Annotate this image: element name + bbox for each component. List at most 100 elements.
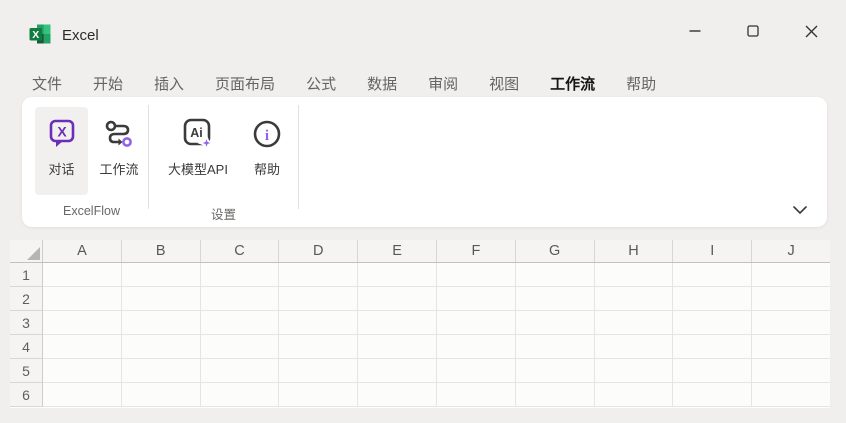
cell[interactable] [358, 335, 437, 359]
cell[interactable] [673, 383, 752, 407]
row-header-5[interactable]: 5 [10, 359, 43, 383]
cell[interactable] [358, 311, 437, 335]
cell[interactable] [516, 287, 595, 311]
row-header-1[interactable]: 1 [10, 263, 43, 287]
cell[interactable] [673, 263, 752, 287]
cell[interactable] [279, 311, 358, 335]
cell[interactable] [752, 335, 830, 359]
cell[interactable] [358, 287, 437, 311]
cell[interactable] [673, 335, 752, 359]
workflow-icon [103, 111, 135, 157]
cell[interactable] [437, 383, 516, 407]
column-header-g[interactable]: G [516, 240, 595, 262]
cell[interactable] [358, 263, 437, 287]
tab-file[interactable]: 文件 [32, 73, 62, 94]
cell[interactable] [673, 287, 752, 311]
chat-button[interactable]: X 对话 [35, 107, 88, 195]
maximize-button[interactable] [724, 6, 782, 56]
cell[interactable] [673, 359, 752, 383]
cell[interactable] [279, 287, 358, 311]
cell[interactable] [122, 359, 201, 383]
cell[interactable] [43, 335, 122, 359]
cell[interactable] [437, 335, 516, 359]
llm-api-button[interactable]: Ai 大模型API [160, 107, 236, 195]
cell[interactable] [201, 287, 280, 311]
cell[interactable] [437, 287, 516, 311]
cell[interactable] [516, 359, 595, 383]
ribbon-panel: X 对话 工作流 Ai 大模型API [22, 97, 827, 227]
row-header-3[interactable]: 3 [10, 311, 43, 335]
cell[interactable] [595, 383, 674, 407]
cell[interactable] [516, 383, 595, 407]
cell[interactable] [516, 311, 595, 335]
cell[interactable] [279, 263, 358, 287]
cell[interactable] [516, 263, 595, 287]
select-all-corner[interactable] [10, 240, 43, 262]
cell[interactable] [595, 263, 674, 287]
cell[interactable] [595, 311, 674, 335]
help-button-label: 帮助 [254, 159, 280, 178]
column-header-d[interactable]: D [279, 240, 358, 262]
cell[interactable] [122, 311, 201, 335]
tab-insert[interactable]: 插入 [154, 73, 184, 94]
cell[interactable] [43, 383, 122, 407]
cell[interactable] [122, 335, 201, 359]
column-header-a[interactable]: A [43, 240, 122, 262]
column-header-i[interactable]: I [673, 240, 752, 262]
cell[interactable] [437, 263, 516, 287]
cell[interactable] [201, 263, 280, 287]
cell[interactable] [122, 287, 201, 311]
cell[interactable] [43, 263, 122, 287]
column-header-c[interactable]: C [201, 240, 280, 262]
row-header-4[interactable]: 4 [10, 335, 43, 359]
cell[interactable] [201, 359, 280, 383]
cell[interactable] [279, 383, 358, 407]
cell[interactable] [673, 311, 752, 335]
tab-view[interactable]: 视图 [489, 73, 519, 94]
tab-workflow[interactable]: 工作流 [550, 73, 595, 94]
cell[interactable] [595, 335, 674, 359]
cell[interactable] [595, 359, 674, 383]
cell[interactable] [43, 287, 122, 311]
tab-workflow-label: 工作流 [550, 76, 595, 93]
workflow-button[interactable]: 工作流 [90, 107, 148, 195]
tab-review[interactable]: 审阅 [428, 73, 458, 94]
cell[interactable] [122, 383, 201, 407]
row-header-6[interactable]: 6 [10, 383, 43, 407]
cell[interactable] [358, 359, 437, 383]
column-header-h[interactable]: H [595, 240, 674, 262]
cell[interactable] [752, 359, 830, 383]
cell[interactable] [437, 311, 516, 335]
cell[interactable] [122, 263, 201, 287]
help-button[interactable]: i 帮助 [242, 107, 292, 195]
tab-home[interactable]: 开始 [93, 73, 123, 94]
tab-page-layout[interactable]: 页面布局 [215, 73, 275, 94]
sheet-row-2: 2 [10, 287, 830, 311]
column-header-b[interactable]: B [122, 240, 201, 262]
cell[interactable] [43, 359, 122, 383]
cell[interactable] [201, 335, 280, 359]
minimize-button[interactable] [666, 6, 724, 56]
close-button[interactable] [782, 6, 840, 56]
cell[interactable] [279, 359, 358, 383]
cell[interactable] [752, 287, 830, 311]
tab-data[interactable]: 数据 [367, 73, 397, 94]
cell[interactable] [437, 359, 516, 383]
cell[interactable] [595, 287, 674, 311]
tab-formulas[interactable]: 公式 [306, 73, 336, 94]
cell[interactable] [752, 263, 830, 287]
cell[interactable] [516, 335, 595, 359]
tab-help[interactable]: 帮助 [626, 73, 656, 94]
cell[interactable] [201, 383, 280, 407]
collapse-ribbon-button[interactable] [787, 201, 813, 219]
cell[interactable] [752, 311, 830, 335]
column-header-j[interactable]: J [752, 240, 830, 262]
cell[interactable] [752, 383, 830, 407]
cell[interactable] [358, 383, 437, 407]
cell[interactable] [43, 311, 122, 335]
cell[interactable] [279, 335, 358, 359]
row-header-2[interactable]: 2 [10, 287, 43, 311]
cell[interactable] [201, 311, 280, 335]
column-header-e[interactable]: E [358, 240, 437, 262]
column-header-f[interactable]: F [437, 240, 516, 262]
